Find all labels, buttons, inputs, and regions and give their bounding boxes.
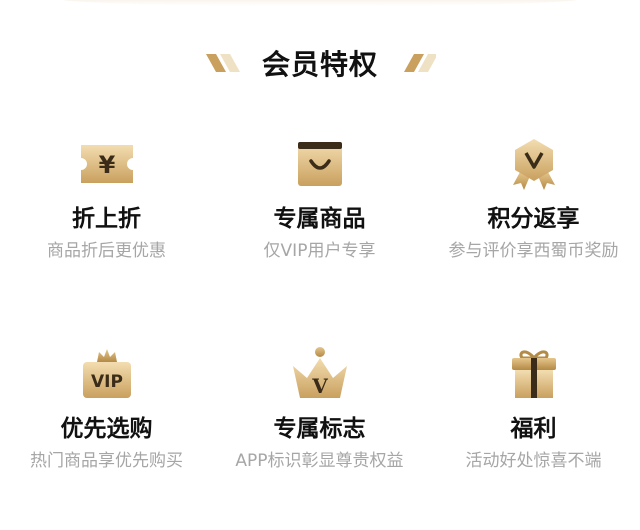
privilege-item-discount[interactable]: ¥ 折上折 商品折后更优惠 <box>0 134 213 284</box>
crown-v-glyph: V <box>311 374 328 398</box>
badge-v-icon <box>512 139 555 190</box>
privilege-desc: 热门商品享优先购买 <box>30 451 183 471</box>
shopping-bag-icon <box>297 142 342 186</box>
privilege-item-exclusive-goods[interactable]: 专属商品 仅VIP用户专享 <box>213 134 426 284</box>
privilege-title: 折上折 <box>72 206 141 232</box>
yuan-ticket-glyph: ¥ <box>98 151 115 179</box>
left-chevron-decoration <box>205 54 240 72</box>
right-chevron-decoration <box>404 54 436 72</box>
section-header: 会员特权 <box>0 40 640 86</box>
privilege-item-welfare[interactable]: 福利 活动好处惊喜不端 <box>427 344 640 494</box>
vip-crown-tag-icon: VIP <box>82 349 131 398</box>
privilege-desc: 商品折后更优惠 <box>47 241 166 261</box>
privilege-desc: APP标识彰显尊贵权益 <box>235 451 404 471</box>
top-glow-decoration <box>60 0 580 6</box>
privilege-desc: 参与评价享西蜀币奖励 <box>448 241 619 261</box>
privilege-title: 专属商品 <box>273 206 366 232</box>
privilege-item-priority-purchase[interactable]: VIP 优先选购 热门商品享优先购买 <box>0 344 213 494</box>
privilege-title: 优先选购 <box>60 416 153 442</box>
vip-tag-glyph: VIP <box>91 372 123 392</box>
privilege-desc: 活动好处惊喜不端 <box>465 451 602 471</box>
privilege-desc: 仅VIP用户专享 <box>263 241 376 261</box>
privilege-title: 积分返享 <box>487 206 580 232</box>
privilege-title: 福利 <box>510 416 557 442</box>
yuan-ticket-icon: ¥ <box>80 145 133 183</box>
privilege-title: 专属标志 <box>273 416 366 442</box>
privilege-grid: ¥ 折上折 商品折后更优惠 专属商品 仅VIP用户专享 积分返享 参与评价享西蜀… <box>0 134 640 494</box>
privilege-item-points[interactable]: 积分返享 参与评价享西蜀币奖励 <box>427 134 640 284</box>
gift-box-icon <box>511 350 556 398</box>
crown-v-icon: V <box>292 347 347 398</box>
section-title: 会员特权 <box>261 48 378 81</box>
privilege-item-exclusive-badge[interactable]: V 专属标志 APP标识彰显尊贵权益 <box>213 344 426 494</box>
